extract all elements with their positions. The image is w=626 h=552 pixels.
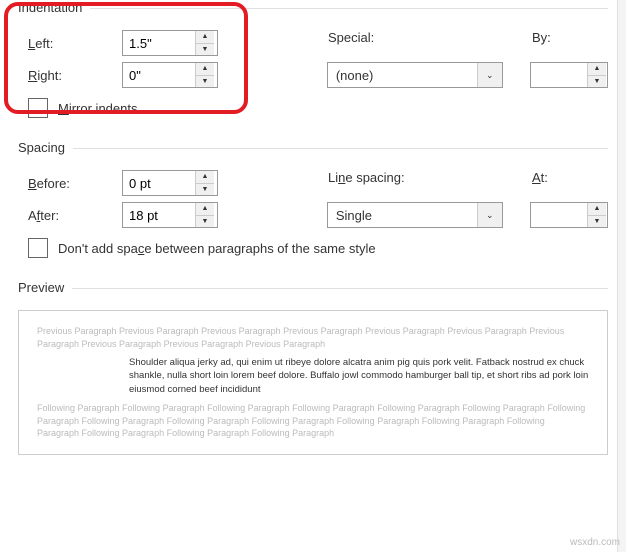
spinner-up-icon[interactable]: ▲ (196, 203, 214, 216)
special-dropdown[interactable]: (none) ⌄ (327, 62, 503, 88)
spinner-down-icon[interactable]: ▼ (196, 216, 214, 228)
preview-title: Preview (18, 276, 72, 295)
at-label: At: (532, 170, 548, 185)
preview-box: Previous Paragraph Previous Paragraph Pr… (18, 310, 608, 455)
at-spinner[interactable]: ▲ ▼ (530, 202, 608, 228)
checkbox-icon[interactable] (28, 98, 48, 118)
after-label: After: (28, 208, 122, 223)
preview-sample-text: Shoulder aliqua jerky ad, qui enim ut ri… (129, 356, 589, 396)
spinner-down-icon[interactable]: ▼ (588, 216, 606, 228)
special-value: (none) (336, 68, 374, 83)
dont-add-space-checkbox[interactable]: Don't add space between paragraphs of th… (28, 238, 608, 258)
spacing-title: Spacing (18, 136, 73, 155)
spacing-section: Spacing Before: ▲ ▼ Line spacing: At: Af… (0, 140, 626, 258)
preview-header: Preview (18, 280, 608, 300)
line-spacing-label: Line spacing: (328, 170, 532, 185)
spinner-up-icon[interactable]: ▲ (196, 63, 214, 76)
spinner-down-icon[interactable]: ▼ (588, 76, 606, 88)
spinner-up-icon[interactable]: ▲ (196, 31, 214, 44)
spinner-up-icon[interactable]: ▲ (588, 63, 606, 76)
mirror-indents-checkbox[interactable]: Mirror indents (28, 98, 608, 118)
left-indent-spinner[interactable]: ▲ ▼ (122, 30, 218, 56)
watermark: wsxdn.com (570, 537, 620, 548)
spinner-down-icon[interactable]: ▼ (196, 76, 214, 88)
before-spinner[interactable]: ▲ ▼ (122, 170, 218, 196)
right-indent-label: Right: (28, 68, 122, 83)
preview-section: Preview (0, 280, 626, 300)
after-spinner[interactable]: ▲ ▼ (122, 202, 218, 228)
spinner-down-icon[interactable]: ▼ (196, 184, 214, 196)
mirror-indents-label: Mirror indents (58, 101, 137, 116)
indentation-header: Indentation (18, 0, 608, 20)
spinner-down-icon[interactable]: ▼ (196, 44, 214, 56)
by-label: By: (532, 30, 551, 45)
before-label: Before: (28, 176, 122, 191)
at-input[interactable] (531, 203, 587, 227)
line-spacing-value: Single (336, 208, 372, 223)
chevron-down-icon[interactable]: ⌄ (477, 63, 502, 87)
by-spinner[interactable]: ▲ ▼ (530, 62, 608, 88)
line-spacing-dropdown[interactable]: Single ⌄ (327, 202, 503, 228)
left-indent-label: Left: (28, 36, 122, 51)
preview-following-text: Following Paragraph Following Paragraph … (37, 402, 589, 440)
preview-previous-text: Previous Paragraph Previous Paragraph Pr… (37, 325, 589, 350)
checkbox-icon[interactable] (28, 238, 48, 258)
chevron-down-icon[interactable]: ⌄ (477, 203, 502, 227)
right-indent-spinner[interactable]: ▲ ▼ (122, 62, 218, 88)
before-input[interactable] (123, 171, 195, 195)
indentation-section: Indentation Left: ▲ ▼ Special: By: Right… (0, 0, 626, 118)
by-input[interactable] (531, 63, 587, 87)
right-indent-input[interactable] (123, 63, 195, 87)
spinner-up-icon[interactable]: ▲ (196, 171, 214, 184)
after-input[interactable] (123, 203, 195, 227)
spacing-header: Spacing (18, 140, 608, 160)
spinner-up-icon[interactable]: ▲ (588, 203, 606, 216)
indentation-title: Indentation (18, 0, 90, 15)
dont-add-space-label: Don't add space between paragraphs of th… (58, 241, 376, 256)
special-label: Special: (328, 30, 532, 45)
left-indent-input[interactable] (123, 31, 195, 55)
